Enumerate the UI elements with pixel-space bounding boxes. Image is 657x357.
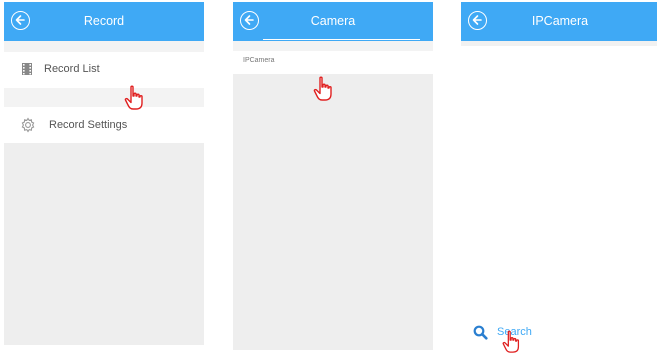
spacer xyxy=(233,41,433,51)
spacer xyxy=(461,41,657,46)
gear-icon xyxy=(20,117,36,138)
pointing-hand-icon xyxy=(501,330,523,354)
ipcamera-screen: IPCamera Search xyxy=(461,2,657,354)
back-arrow-circle-icon[interactable] xyxy=(468,11,487,30)
record-list-item[interactable]: Record List xyxy=(4,52,204,88)
record-settings-label: Record Settings xyxy=(49,119,128,131)
camera-list-item[interactable]: IPCamera xyxy=(233,51,433,74)
page-title: IPCamera xyxy=(531,14,589,28)
camera-name-label: IPCamera xyxy=(243,57,275,64)
back-arrow-circle-icon[interactable] xyxy=(240,11,259,30)
spacer xyxy=(4,88,204,107)
film-icon xyxy=(20,62,34,81)
search-icon xyxy=(473,325,488,345)
record-settings-item[interactable]: Record Settings xyxy=(4,107,204,143)
record-screen: Record Record List Record Settings xyxy=(4,2,204,345)
pointing-hand-icon xyxy=(123,85,147,116)
page-title: Record xyxy=(83,14,125,28)
camera-header: Camera xyxy=(233,2,433,41)
back-arrow-circle-icon[interactable] xyxy=(11,11,30,30)
page-title: Camera xyxy=(310,14,356,28)
pointing-hand-icon xyxy=(312,76,336,107)
ipcamera-header: IPCamera xyxy=(461,2,657,41)
title-underline xyxy=(263,39,420,40)
camera-screen: Camera IPCamera xyxy=(233,2,433,350)
record-list-label: Record List xyxy=(44,63,100,75)
record-header: Record xyxy=(4,2,204,41)
spacer xyxy=(4,41,204,52)
